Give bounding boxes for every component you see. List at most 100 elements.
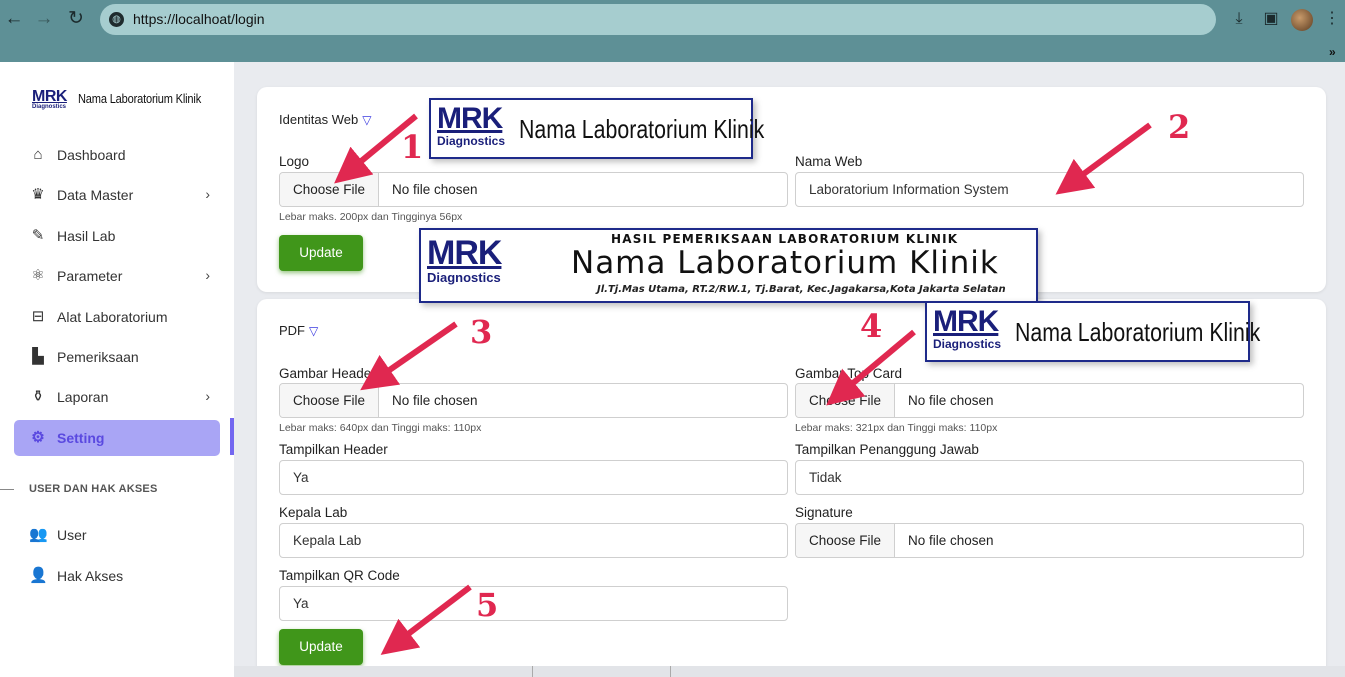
- gambar-header-file-input[interactable]: Choose File No file chosen: [279, 383, 788, 418]
- mrk-logo: MRK Diagnostics: [933, 307, 1002, 351]
- tampilkan-header-label: Tampilkan Header: [279, 442, 388, 457]
- divider: [670, 666, 671, 677]
- sidebar-item-label: Setting: [57, 430, 105, 446]
- bookmarks-overflow-icon[interactable]: »: [1329, 45, 1336, 59]
- user-lock-icon: 👤: [29, 567, 48, 584]
- back-arrow-icon[interactable]: ←: [3, 8, 25, 30]
- kebab-menu-icon[interactable]: ⋮: [1324, 9, 1340, 29]
- sidebar-item-hasil-lab[interactable]: ✎ Hasil Lab: [14, 218, 220, 254]
- tampilkan-penanggung-jawab-select[interactable]: Tidak: [795, 460, 1304, 495]
- card-title[interactable]: Identitas Web ▽: [279, 112, 372, 127]
- update-identitas-button[interactable]: Update: [279, 235, 363, 271]
- sidebar-item-parameter[interactable]: ⚛ Parameter ›: [14, 258, 220, 294]
- sidebar-item-alat-laboratorium[interactable]: ⊟ Alat Laboratorium: [14, 299, 220, 335]
- sidepanel-icon[interactable]: ▣: [1261, 9, 1281, 29]
- lab-name: Nama Laboratorium Klinik: [1015, 317, 1261, 347]
- sidebar-item-label: Dashboard: [57, 147, 126, 163]
- user-clipboard-icon: ▙: [32, 348, 44, 365]
- annotation-number-1: 1: [401, 128, 424, 166]
- tampilkan-qr-label: Tampilkan QR Code: [279, 568, 400, 583]
- mrk-logo-text: MRK: [437, 102, 503, 135]
- gambar-header-hint: Lebar maks: 640px dan Tinggi maks: 110px: [279, 422, 482, 434]
- sidebar-item-label: Pemeriksaan: [57, 349, 139, 365]
- nama-web-label: Nama Web: [795, 154, 863, 169]
- card-title[interactable]: PDF ▽: [279, 323, 318, 338]
- download-icon[interactable]: ⤓: [1229, 9, 1249, 29]
- logo-preview-web: MRK Diagnostics Nama Laboratorium Klinik: [429, 98, 764, 159]
- signature-file-input[interactable]: Choose File No file chosen: [795, 523, 1304, 558]
- file-status: No file chosen: [908, 393, 994, 408]
- section-header: USER DAN HAK AKSES: [29, 483, 158, 495]
- eraser-icon: ✎: [31, 227, 45, 244]
- section-divider: [0, 489, 14, 490]
- logo-hint: Lebar maks. 200px dan Tingginya 56px: [279, 211, 463, 223]
- logo-label: Logo: [279, 154, 310, 169]
- mrk-logo-sub: Diagnostics: [933, 337, 1002, 351]
- kepala-lab-label: Kepala Lab: [279, 505, 348, 520]
- url-text[interactable]: https://localhoat/login: [133, 11, 265, 27]
- brand-logo: MRK Diagnostics: [32, 88, 72, 110]
- choose-file-button[interactable]: Choose File: [796, 524, 895, 557]
- annotation-number-3: 3: [470, 313, 493, 351]
- annotation-number-4: 4: [860, 307, 883, 345]
- sidebar-item-label: Parameter: [57, 268, 123, 284]
- file-status: No file chosen: [392, 393, 478, 408]
- tampilkan-qr-select[interactable]: Ya: [279, 586, 788, 621]
- signature-label: Signature: [795, 505, 853, 520]
- hand-coin-icon: ⚱: [31, 388, 45, 405]
- tampilkan-penanggung-jawab-label: Tampilkan Penanggung Jawab: [795, 442, 979, 457]
- sidebar-item-user[interactable]: 👥 User: [14, 517, 220, 553]
- sidebar-item-label: Alat Laboratorium: [57, 309, 168, 325]
- atom-icon: ⚛: [31, 267, 45, 284]
- choose-file-button[interactable]: Choose File: [280, 173, 379, 206]
- users-icon: 👥: [29, 526, 48, 543]
- gambar-header-label: Gambar Header: [279, 366, 376, 381]
- triangle-down-icon: ▽: [362, 113, 372, 127]
- address-bar[interactable]: ◍ https://localhoat/login: [100, 4, 1216, 35]
- forward-arrow-icon[interactable]: →: [33, 8, 55, 30]
- file-status: No file chosen: [908, 533, 994, 548]
- report-title: HASIL PEMERIKSAAN LABORATORIUM KLINIK: [611, 232, 959, 246]
- mrk-logo-text: MRK: [427, 234, 502, 272]
- gambar-top-card-label: Gambar Top Card: [795, 366, 903, 381]
- crown-icon: ♛: [31, 186, 45, 203]
- brand-logo-sub: Diagnostics: [32, 104, 67, 110]
- sidebar-item-dashboard[interactable]: ⌂ Dashboard: [14, 137, 220, 173]
- sidebar-item-label: Hak Akses: [57, 568, 124, 584]
- browser-toolbar: ← → ↻ ◍ https://localhoat/login ⤓ ▣ ⋮ »: [0, 0, 1345, 62]
- logo-file-input[interactable]: Choose File No file chosen: [279, 172, 788, 207]
- sidebar-item-label: Laporan: [57, 389, 109, 405]
- sidebar-item-label: User: [57, 527, 87, 543]
- sidebar-item-pemeriksaan[interactable]: ▙ Pemeriksaan: [14, 339, 220, 375]
- chevron-right-icon: ›: [205, 186, 210, 202]
- mrk-logo: MRK Diagnostics: [427, 234, 502, 285]
- sidebar-item-setting[interactable]: ⚙ Setting: [14, 420, 220, 456]
- gambar-top-card-file-input[interactable]: Choose File No file chosen: [795, 383, 1304, 418]
- mrk-logo-sub: Diagnostics: [427, 270, 501, 285]
- divider: [532, 666, 533, 677]
- gear-icon: ⚙: [31, 429, 45, 446]
- briefcase-icon: ⊟: [31, 308, 45, 325]
- reload-icon[interactable]: ↻: [65, 8, 87, 30]
- sidebar-item-hak-akses[interactable]: 👤 Hak Akses: [14, 558, 220, 594]
- mrk-logo-sub: Diagnostics: [437, 134, 506, 148]
- report-header-preview: MRK Diagnostics HASIL PEMERIKSAAN LABORA…: [419, 228, 1038, 303]
- choose-file-button[interactable]: Choose File: [796, 384, 895, 417]
- update-pdf-button[interactable]: Update: [279, 629, 363, 665]
- sidebar-item-label: Data Master: [57, 187, 134, 203]
- tampilkan-header-select[interactable]: Ya: [279, 460, 788, 495]
- profile-avatar[interactable]: [1291, 9, 1313, 31]
- choose-file-button[interactable]: Choose File: [280, 384, 379, 417]
- file-status: No file chosen: [392, 182, 478, 197]
- top-card-preview: MRK Diagnostics Nama Laboratorium Klinik: [925, 301, 1260, 362]
- sidebar-item-data-master[interactable]: ♛ Data Master ›: [14, 177, 220, 213]
- kepala-lab-input[interactable]: Kepala Lab: [279, 523, 788, 558]
- nama-web-input[interactable]: Laboratorium Information System: [795, 172, 1304, 207]
- brand-name: Nama Laboratorium Klinik: [78, 91, 202, 106]
- sidebar-item-laporan[interactable]: ⚱ Laporan ›: [14, 379, 220, 415]
- lab-name: Nama Laboratorium Klinik: [519, 114, 765, 144]
- sidebar-item-label: Hasil Lab: [57, 228, 116, 244]
- identitas-title: Identitas Web: [279, 112, 359, 127]
- bottom-strip: [234, 666, 1345, 677]
- pdf-title: PDF: [279, 323, 305, 338]
